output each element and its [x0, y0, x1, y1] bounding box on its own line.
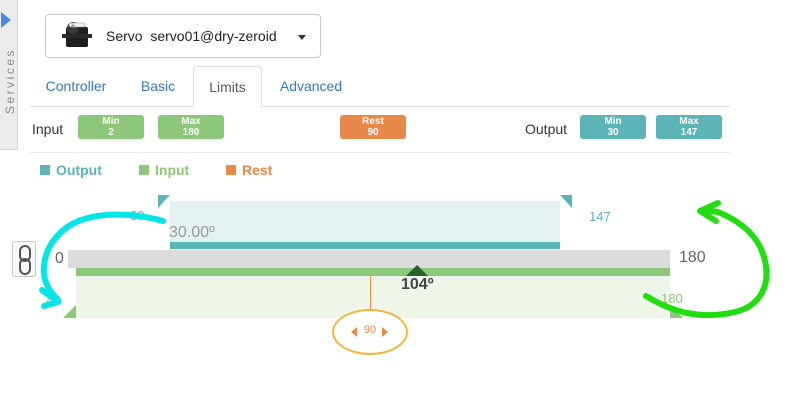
chevron-down-icon — [298, 35, 306, 40]
legend-rest-swatch — [226, 165, 236, 175]
input-range-bar — [76, 268, 670, 276]
chain-link-icon — [19, 245, 31, 275]
triangle-left-icon — [351, 327, 357, 337]
rest-indicator-line — [370, 276, 371, 310]
output-max-button[interactable]: Max 147 — [656, 115, 722, 139]
slider-track — [68, 250, 670, 268]
current-position-label: 104º — [401, 276, 434, 293]
output-min-label: Min — [604, 116, 622, 127]
servo-select[interactable]: Servo servo01@dry-zeroid — [45, 14, 321, 58]
servo-select-label: Servo servo01@dry-zeroid — [106, 28, 277, 44]
output-min-degrees: 30.00º — [169, 224, 215, 241]
input-min-button[interactable]: Min 2 — [78, 115, 144, 139]
rest-knob[interactable]: 90 — [332, 309, 408, 355]
servo-icon — [62, 22, 92, 47]
output-min-value-label: 30 — [130, 208, 145, 223]
output-max-value: 147 — [680, 127, 698, 138]
input-max-value: 180 — [182, 127, 200, 138]
services-sidebar[interactable]: Services — [0, 0, 18, 150]
tab-limits[interactable]: Limits — [193, 66, 262, 107]
legend-output-swatch — [40, 165, 50, 175]
output-min-button[interactable]: Min 30 — [580, 115, 646, 139]
output-label: Output — [525, 121, 568, 137]
row-divider — [30, 152, 730, 153]
rest-value: 90 — [367, 127, 379, 138]
rest-knob-value: 90 — [363, 324, 377, 336]
output-max-value-label: 147 — [589, 209, 611, 224]
rest-label: Rest — [362, 116, 384, 127]
link-toggle-button[interactable] — [12, 241, 36, 277]
input-min-value: 2 — [108, 127, 114, 138]
annotation-green-arrowhead — [697, 200, 721, 224]
position-indicator — [406, 265, 428, 276]
output-max-handle[interactable] — [560, 195, 572, 208]
range-min-label: 0 — [55, 250, 64, 267]
output-range-bar — [170, 242, 560, 249]
tab-advanced[interactable]: Advanced — [266, 66, 356, 107]
tab-basic[interactable]: Basic — [124, 66, 192, 107]
legend-input-swatch — [139, 165, 149, 175]
input-min-value-label: 2 — [46, 290, 54, 305]
legend-rest-label: Rest — [242, 162, 273, 178]
input-min-label: Min — [102, 116, 120, 127]
tab-controller[interactable]: Controller — [30, 66, 122, 107]
input-max-label: Max — [181, 116, 201, 127]
triangle-right-icon — [382, 327, 388, 337]
output-min-value: 30 — [607, 127, 619, 138]
input-label: Input — [32, 121, 64, 137]
output-max-label: Max — [679, 116, 699, 127]
input-max-button[interactable]: Max 180 — [158, 115, 224, 139]
input-max-value-label: 180 — [661, 291, 683, 306]
input-max-handle[interactable] — [670, 305, 683, 318]
output-min-handle[interactable] — [158, 195, 170, 208]
triangle-right-icon[interactable] — [1, 12, 11, 28]
services-sidebar-label: Services — [3, 48, 17, 115]
legend-output-label: Output — [56, 162, 102, 178]
legend-input-label: Input — [155, 162, 190, 178]
rest-button[interactable]: Rest 90 — [340, 115, 406, 139]
range-max-label: 180 — [679, 249, 706, 266]
input-min-handle[interactable] — [63, 305, 76, 318]
